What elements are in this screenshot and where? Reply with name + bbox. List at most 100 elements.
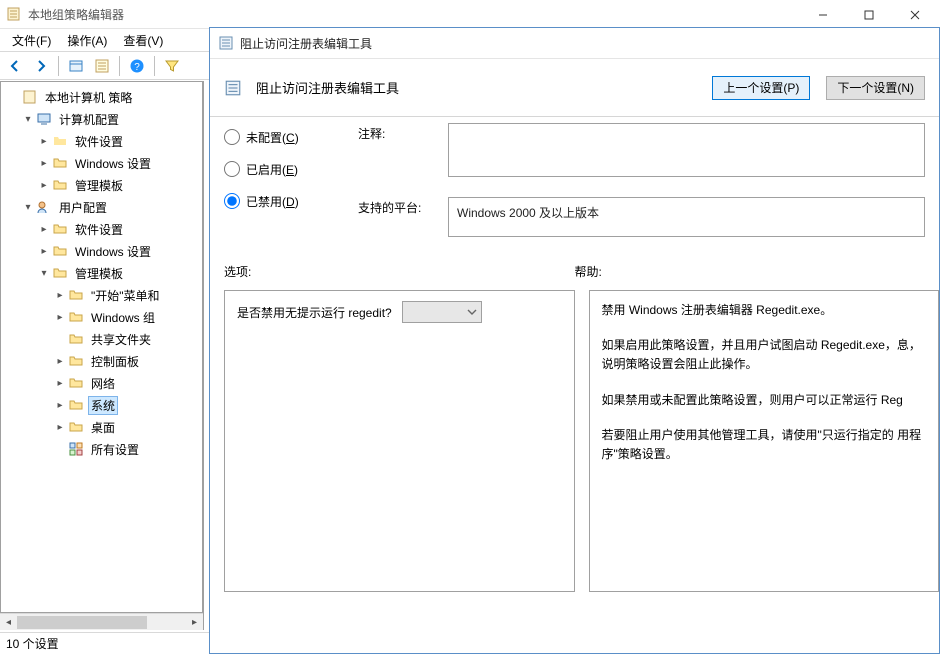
- folder-icon: [68, 287, 84, 303]
- tree-item[interactable]: ▸Windows 组: [7, 306, 202, 328]
- help-paragraph: 若要阻止用户使用其他管理工具，请使用"只运行指定的 用程序"策略设置。: [602, 426, 927, 464]
- radio-enabled[interactable]: 已启用(E): [224, 159, 354, 179]
- svg-text:?: ?: [134, 62, 140, 73]
- chevron-right-icon[interactable]: ▸: [53, 310, 67, 324]
- tree-user-config[interactable]: ▾用户配置: [7, 196, 202, 218]
- chevron-down-icon[interactable]: ▾: [37, 266, 51, 280]
- tree-item[interactable]: ▸网络: [7, 372, 202, 394]
- app-icon: [6, 6, 22, 22]
- folder-icon: [68, 419, 84, 435]
- radio-not-configured[interactable]: 未配置(C): [224, 127, 354, 147]
- tree-item[interactable]: ▸管理模板: [7, 174, 202, 196]
- folder-icon: [68, 331, 84, 347]
- help-panel: 禁用 Windows 注册表编辑器 Regedit.exe。 如果启用此策略设置…: [589, 290, 940, 592]
- prev-setting-button[interactable]: 上一个设置(P): [712, 76, 810, 100]
- minimize-button[interactable]: [800, 1, 846, 28]
- maximize-button[interactable]: [846, 1, 892, 28]
- dialog-header-title: 阻止访问注册表编辑工具: [256, 78, 696, 97]
- scroll-right-icon[interactable]: ▸: [186, 614, 203, 631]
- chevron-right-icon[interactable]: ▸: [37, 244, 51, 258]
- tree-item[interactable]: ▸Windows 设置: [7, 240, 202, 262]
- toolbar-list-button[interactable]: [90, 54, 114, 78]
- dialog-header: 阻止访问注册表编辑工具 上一个设置(P) 下一个设置(N): [210, 59, 939, 117]
- nav-forward-button[interactable]: [29, 54, 53, 78]
- chevron-right-icon[interactable]: ▸: [37, 178, 51, 192]
- folder-icon: [68, 353, 84, 369]
- next-setting-button[interactable]: 下一个设置(N): [826, 76, 925, 100]
- folder-icon: [52, 177, 68, 193]
- tree-item[interactable]: 所有设置: [7, 438, 202, 460]
- main-titlebar: 本地组策略编辑器: [0, 0, 940, 29]
- dialog-titlebar[interactable]: 阻止访问注册表编辑工具: [210, 28, 939, 59]
- tree-pane[interactable]: 本地计算机 策略 ▾ 计算机配置 ▸软件设置 ▸Windows 设置 ▸管理模板…: [0, 81, 203, 613]
- settings-icon: [68, 441, 84, 457]
- toolbar-separator: [154, 56, 155, 76]
- chevron-right-icon[interactable]: ▸: [37, 156, 51, 170]
- status-text: 10 个设置: [6, 635, 59, 652]
- help-label: 帮助:: [575, 263, 926, 280]
- scroll-thumb[interactable]: [17, 616, 147, 629]
- chevron-down-icon: [467, 307, 477, 317]
- tree-horizontal-scrollbar[interactable]: ◂ ▸: [0, 613, 203, 630]
- menu-action[interactable]: 操作(A): [59, 29, 115, 52]
- scroll-left-icon[interactable]: ◂: [0, 614, 17, 631]
- toolbar-separator: [58, 56, 59, 76]
- chevron-right-icon[interactable]: ▸: [53, 420, 67, 434]
- chevron-right-icon[interactable]: ▸: [37, 134, 51, 148]
- chevron-right-icon[interactable]: ▸: [53, 288, 67, 302]
- folder-icon: [52, 221, 68, 237]
- option-dropdown[interactable]: [402, 301, 482, 323]
- folder-icon: [68, 397, 84, 413]
- tree-item[interactable]: ▸Windows 设置: [7, 152, 202, 174]
- tree-item-system[interactable]: ▸系统: [7, 394, 202, 416]
- folder-icon: [68, 309, 84, 325]
- help-paragraph: 如果禁用或未配置此策略设置，则用户可以正常运行 Reg: [602, 391, 927, 410]
- supported-value: Windows 2000 及以上版本: [448, 197, 925, 237]
- computer-icon: [36, 111, 52, 127]
- user-icon: [36, 199, 52, 215]
- tree-item[interactable]: ▾管理模板: [7, 262, 202, 284]
- folder-icon: [68, 375, 84, 391]
- options-panel: 是否禁用无提示运行 regedit?: [224, 290, 575, 592]
- comment-label: 注释:: [358, 123, 448, 142]
- folder-icon: [52, 133, 68, 149]
- tree-item[interactable]: ▸控制面板: [7, 350, 202, 372]
- tree-item[interactable]: ▸软件设置: [7, 218, 202, 240]
- tree-item[interactable]: ▸"开始"菜单和: [7, 284, 202, 306]
- nav-back-button[interactable]: [3, 54, 27, 78]
- radio-disabled[interactable]: 已禁用(D): [224, 191, 354, 211]
- toolbar-filter-button[interactable]: [160, 54, 184, 78]
- menu-view[interactable]: 查看(V): [115, 29, 171, 52]
- chevron-down-icon[interactable]: ▾: [21, 112, 35, 126]
- help-paragraph: 如果启用此策略设置，并且用户试图启动 Regedit.exe，息，说明策略设置会…: [602, 336, 927, 374]
- close-button[interactable]: [892, 1, 938, 28]
- comment-input[interactable]: [448, 123, 925, 177]
- policy-setting-icon: [218, 35, 234, 51]
- tree-item[interactable]: 共享文件夹: [7, 328, 202, 350]
- policy-setting-icon: [224, 79, 242, 97]
- option-question: 是否禁用无提示运行 regedit?: [237, 304, 392, 321]
- toolbar-separator: [119, 56, 120, 76]
- chevron-down-icon[interactable]: ▾: [21, 200, 35, 214]
- tree-root[interactable]: 本地计算机 策略: [7, 86, 202, 108]
- policy-icon: [22, 89, 38, 105]
- policy-edit-dialog: 阻止访问注册表编辑工具 阻止访问注册表编辑工具 上一个设置(P) 下一个设置(N…: [209, 27, 940, 654]
- folder-icon: [52, 243, 68, 259]
- dialog-title: 阻止访问注册表编辑工具: [240, 35, 931, 52]
- main-title: 本地组策略编辑器: [28, 6, 124, 23]
- folder-icon: [52, 155, 68, 171]
- toolbar-help-button[interactable]: ?: [125, 54, 149, 78]
- folder-icon: [52, 265, 68, 281]
- supported-label: 支持的平台:: [358, 197, 448, 216]
- chevron-right-icon[interactable]: ▸: [37, 222, 51, 236]
- toolbar-props-button[interactable]: [64, 54, 88, 78]
- tree-computer-config[interactable]: ▾ 计算机配置: [7, 108, 202, 130]
- help-paragraph: 禁用 Windows 注册表编辑器 Regedit.exe。: [602, 301, 927, 320]
- options-label: 选项:: [224, 263, 575, 280]
- tree-item[interactable]: ▸桌面: [7, 416, 202, 438]
- chevron-right-icon[interactable]: ▸: [53, 376, 67, 390]
- menu-file[interactable]: 文件(F): [4, 29, 59, 52]
- chevron-right-icon[interactable]: ▸: [53, 398, 67, 412]
- chevron-right-icon[interactable]: ▸: [53, 354, 67, 368]
- tree-item[interactable]: ▸软件设置: [7, 130, 202, 152]
